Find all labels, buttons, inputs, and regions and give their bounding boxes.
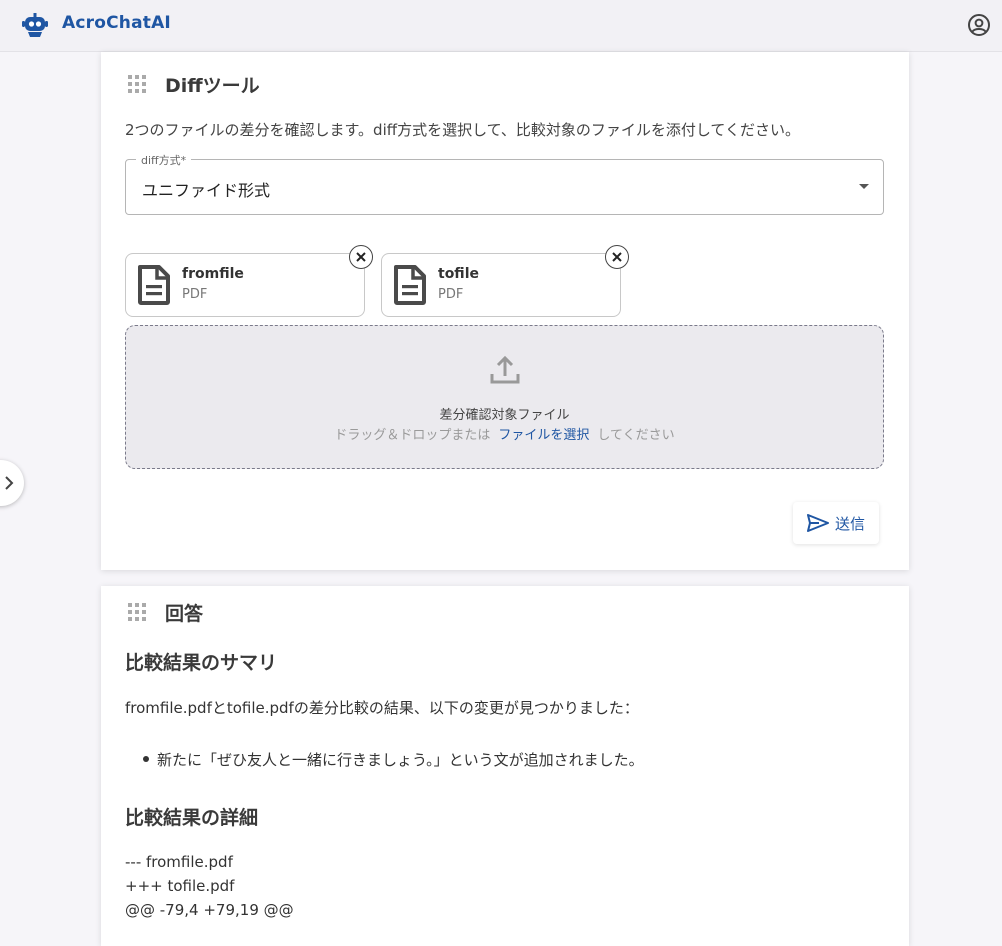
drag-handle-icon[interactable] — [128, 603, 146, 621]
upload-icon — [490, 355, 520, 384]
summary-text: fromfile.pdfとtofile.pdfの差分比較の結果、以下の変更が見つ… — [125, 699, 639, 717]
app-bar: AcroChatAI — [0, 0, 1002, 52]
card-header: Diffツール — [101, 52, 909, 108]
card-title: 回答 — [165, 603, 204, 625]
list-item: 新たに「ぜひ友人と一緒に行きましょう。」という文が追加されました。 — [157, 751, 644, 769]
select-value: ユニファイド形式 — [142, 181, 271, 200]
file-chip-fromfile: fromfile PDF — [125, 245, 373, 317]
dropzone-hint-after: してください — [597, 428, 675, 443]
remove-file-button[interactable] — [605, 245, 629, 269]
send-label: 送信 — [835, 515, 866, 533]
answer-card: 回答 比較結果のサマリ fromfile.pdfとtofile.pdfの差分比較… — [101, 586, 909, 946]
document-icon — [394, 265, 426, 305]
close-icon — [612, 252, 622, 262]
diff-tool-card: Diffツール 2つのファイルの差分を確認します。diff方式を選択して、比較対… — [101, 52, 909, 570]
file-chip-tofile: tofile PDF — [381, 245, 629, 317]
diff-line: @@ -79,4 +79,19 @@ — [125, 901, 294, 919]
drawer-toggle-button[interactable] — [0, 460, 24, 506]
list-bullet — [143, 756, 149, 762]
diff-line: --- fromfile.pdf — [125, 853, 233, 871]
select-file-link[interactable]: ファイルを選択 — [498, 428, 589, 443]
dropzone-hint-before: ドラッグ＆ドロップまたは — [334, 428, 491, 443]
file-name: fromfile — [182, 266, 244, 282]
remove-file-button[interactable] — [349, 245, 373, 269]
file-dropzone[interactable]: 差分確認対象ファイル ドラッグ＆ドロップまたは ファイルを選択 してください — [125, 325, 884, 469]
send-button[interactable]: 送信 — [793, 502, 879, 544]
card-title: Diffツール — [165, 75, 260, 97]
tool-description: 2つのファイルの差分を確認します。diff方式を選択して、比較対象のファイルを添… — [125, 121, 800, 139]
brand-name: AcroChatAI — [62, 13, 171, 33]
diff-method-select[interactable]: diff方式* ユニファイド形式 — [125, 152, 884, 215]
dropzone-hint: ドラッグ＆ドロップまたは ファイルを選択 してください — [126, 424, 883, 443]
file-name: tofile — [438, 266, 479, 282]
account-circle-icon[interactable] — [967, 13, 991, 37]
document-icon — [138, 265, 170, 305]
detail-heading: 比較結果の詳細 — [125, 807, 259, 829]
close-icon — [356, 252, 366, 262]
robot-icon — [22, 13, 48, 37]
chevron-right-icon — [5, 476, 14, 490]
file-type: PDF — [438, 287, 464, 302]
diff-line: +++ tofile.pdf — [125, 877, 235, 895]
dropzone-title: 差分確認対象ファイル — [439, 408, 570, 423]
summary-heading: 比較結果のサマリ — [125, 652, 278, 674]
drag-handle-icon[interactable] — [128, 75, 146, 93]
card-header: 回答 — [101, 586, 909, 642]
send-icon — [807, 514, 829, 532]
select-label: diff方式* — [136, 152, 192, 168]
dropdown-arrow-icon — [859, 184, 869, 189]
file-type: PDF — [182, 287, 208, 302]
